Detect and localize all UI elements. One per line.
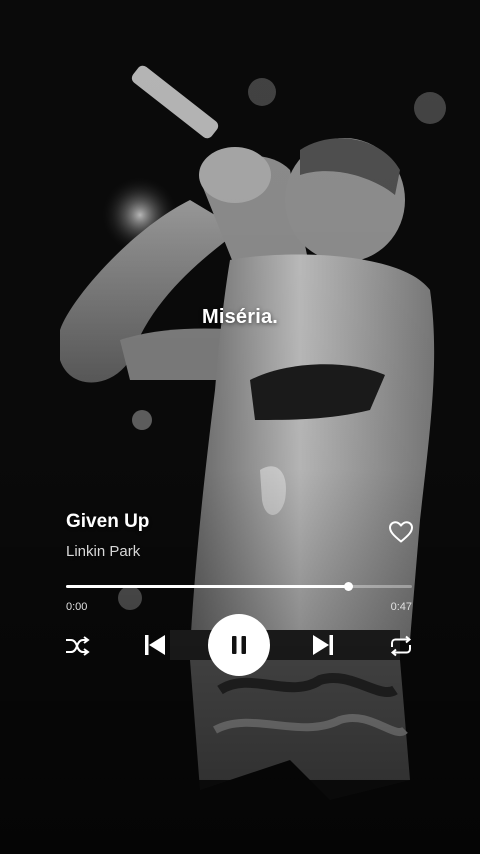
now-playing-screen: Miséria. Given Up Linkin Park 0:00 0:47 [0,0,480,854]
repeat-button[interactable] [388,633,414,659]
previous-button[interactable] [142,632,168,658]
play-pause-button[interactable] [208,614,270,676]
heart-outline-icon [389,521,413,543]
shuffle-icon [66,636,90,656]
track-artist[interactable]: Linkin Park [66,543,140,560]
lyric-line: Miséria. [201,306,279,328]
elapsed-time: 0:00 [66,601,88,613]
pause-icon [232,636,246,654]
progress-bar[interactable] [66,582,412,591]
progress-knob[interactable] [343,582,353,591]
track-title[interactable]: Given Up [66,511,149,533]
next-button[interactable] [310,632,336,658]
total-time: 0:47 [390,601,412,613]
skip-previous-icon [145,635,165,655]
shuffle-button[interactable] [64,633,90,659]
like-button[interactable] [388,520,414,544]
skip-next-icon [313,635,333,655]
background-artwork-image [0,0,480,854]
progress-fill [66,585,348,588]
repeat-icon [390,635,412,657]
